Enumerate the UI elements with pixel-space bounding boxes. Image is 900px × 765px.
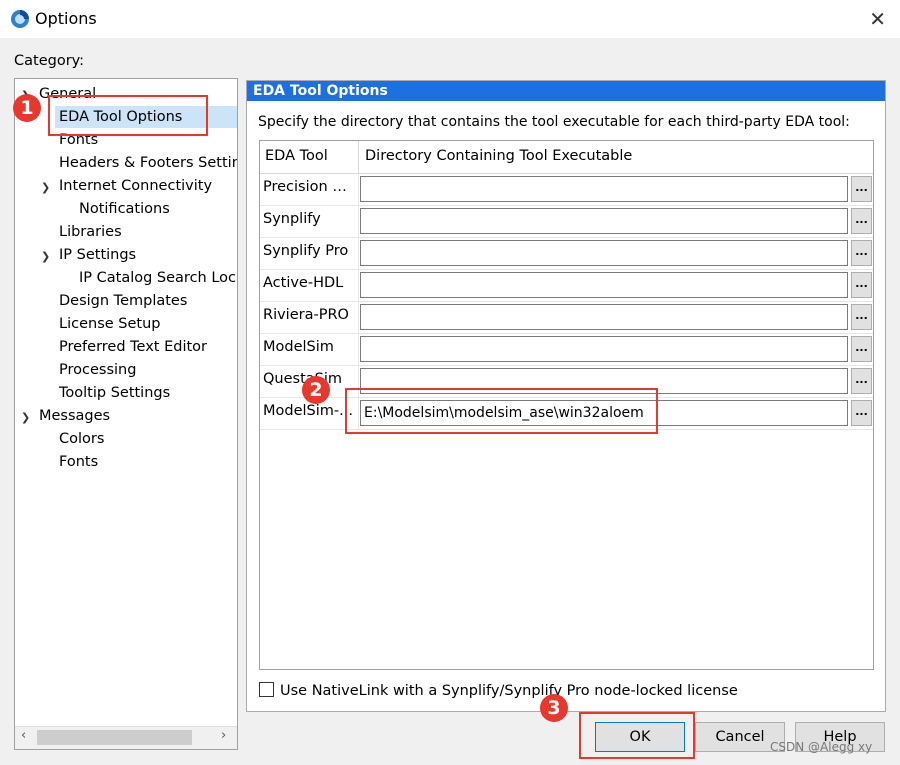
- annotation-badge-3: 3: [540, 694, 568, 722]
- table-row: Synplify Pro ...: [260, 237, 873, 270]
- tool-path-input[interactable]: [360, 240, 848, 266]
- column-divider: [358, 237, 359, 269]
- table-row: ModelSim ...: [260, 333, 873, 366]
- category-tree: ❯ General EDA Tool Options Fonts Headers…: [14, 78, 238, 750]
- scroll-right-icon[interactable]: ›: [221, 728, 226, 743]
- table-row: Active-HDL ...: [260, 269, 873, 302]
- category-label: Category:: [14, 53, 85, 69]
- window-title: Options: [35, 9, 97, 28]
- tool-name: ModelSim-...: [263, 403, 353, 419]
- table-row: Precision S... ...: [260, 173, 873, 206]
- tool-path-input[interactable]: [360, 304, 848, 330]
- table-row: Synplify ...: [260, 205, 873, 238]
- scroll-left-icon[interactable]: ‹: [21, 728, 26, 743]
- nativelink-checkbox-label: Use NativeLink with a Synplify/Synplify …: [280, 683, 738, 699]
- annotation-badge-1: 1: [13, 94, 41, 122]
- column-divider: [358, 301, 359, 333]
- tree-item-processing[interactable]: Processing: [59, 359, 136, 381]
- nativelink-checkbox[interactable]: [259, 682, 274, 697]
- column-header-directory: Directory Containing Tool Executable: [365, 148, 633, 164]
- tool-name: Synplify: [263, 211, 321, 227]
- tree-item-messages-fonts[interactable]: Fonts: [59, 451, 98, 473]
- tree-item-ip-catalog-search[interactable]: IP Catalog Search Locat: [79, 267, 237, 289]
- title-bar: Options ✕: [0, 0, 900, 38]
- tree-item-colors[interactable]: Colors: [59, 428, 104, 450]
- column-divider: [358, 269, 359, 301]
- tree-item-notifications[interactable]: Notifications: [79, 198, 170, 220]
- browse-button[interactable]: ...: [851, 208, 872, 234]
- browse-button[interactable]: ...: [851, 176, 872, 202]
- tool-path-input[interactable]: [360, 208, 848, 234]
- tree-item-preferred-text-editor[interactable]: Preferred Text Editor: [59, 336, 207, 358]
- tool-path-input[interactable]: [360, 336, 848, 362]
- tree-item-design-templates[interactable]: Design Templates: [59, 290, 187, 312]
- annotation-box-2: [345, 388, 658, 434]
- column-divider: [358, 141, 359, 173]
- browse-button[interactable]: ...: [851, 336, 872, 362]
- section-header: EDA Tool Options: [247, 81, 885, 101]
- panel-description: Specify the directory that contains the …: [258, 114, 850, 130]
- browse-button[interactable]: ...: [851, 400, 872, 426]
- watermark: CSDN @Alegg xy: [770, 740, 873, 754]
- column-divider: [358, 205, 359, 237]
- tree-item-internet-connectivity[interactable]: Internet Connectivity: [59, 175, 212, 197]
- annotation-box-1: [48, 95, 208, 136]
- tool-name: Precision S...: [263, 179, 355, 195]
- table-header: EDA Tool Directory Containing Tool Execu…: [260, 141, 873, 174]
- tool-name: ModelSim: [263, 339, 334, 355]
- tool-name: Active-HDL: [263, 275, 344, 291]
- app-icon: [11, 10, 29, 28]
- horizontal-scrollbar[interactable]: ‹ ›: [15, 726, 237, 749]
- tree-item-tooltip-settings[interactable]: Tooltip Settings: [59, 382, 170, 404]
- chevron-down-icon[interactable]: ❯: [21, 411, 30, 424]
- annotation-box-3: [579, 712, 695, 759]
- nativelink-checkbox-row[interactable]: Use NativeLink with a Synplify/Synplify …: [259, 682, 738, 699]
- browse-button[interactable]: ...: [851, 240, 872, 266]
- scroll-thumb[interactable]: [37, 730, 192, 745]
- chevron-down-icon[interactable]: ❯: [41, 250, 50, 263]
- column-divider: [358, 333, 359, 365]
- column-divider: [358, 173, 359, 205]
- browse-button[interactable]: ...: [851, 368, 872, 394]
- tree-item-license-setup[interactable]: License Setup: [59, 313, 160, 335]
- browse-button[interactable]: ...: [851, 272, 872, 298]
- tool-path-input[interactable]: [360, 272, 848, 298]
- tool-name: Riviera-PRO: [263, 307, 349, 323]
- table-row: Riviera-PRO ...: [260, 301, 873, 334]
- tree-item-headers-footers[interactable]: Headers & Footers Setting: [59, 152, 237, 174]
- chevron-down-icon[interactable]: ❯: [41, 181, 50, 194]
- close-icon[interactable]: ✕: [869, 7, 886, 31]
- tool-path-input[interactable]: [360, 176, 848, 202]
- column-header-eda-tool: EDA Tool: [265, 148, 328, 164]
- tree-item-messages[interactable]: Messages: [39, 405, 110, 427]
- browse-button[interactable]: ...: [851, 304, 872, 330]
- annotation-badge-2: 2: [302, 376, 330, 404]
- tool-name: Synplify Pro: [263, 243, 349, 259]
- tree-item-ip-settings[interactable]: IP Settings: [59, 244, 136, 266]
- tree-item-libraries[interactable]: Libraries: [59, 221, 122, 243]
